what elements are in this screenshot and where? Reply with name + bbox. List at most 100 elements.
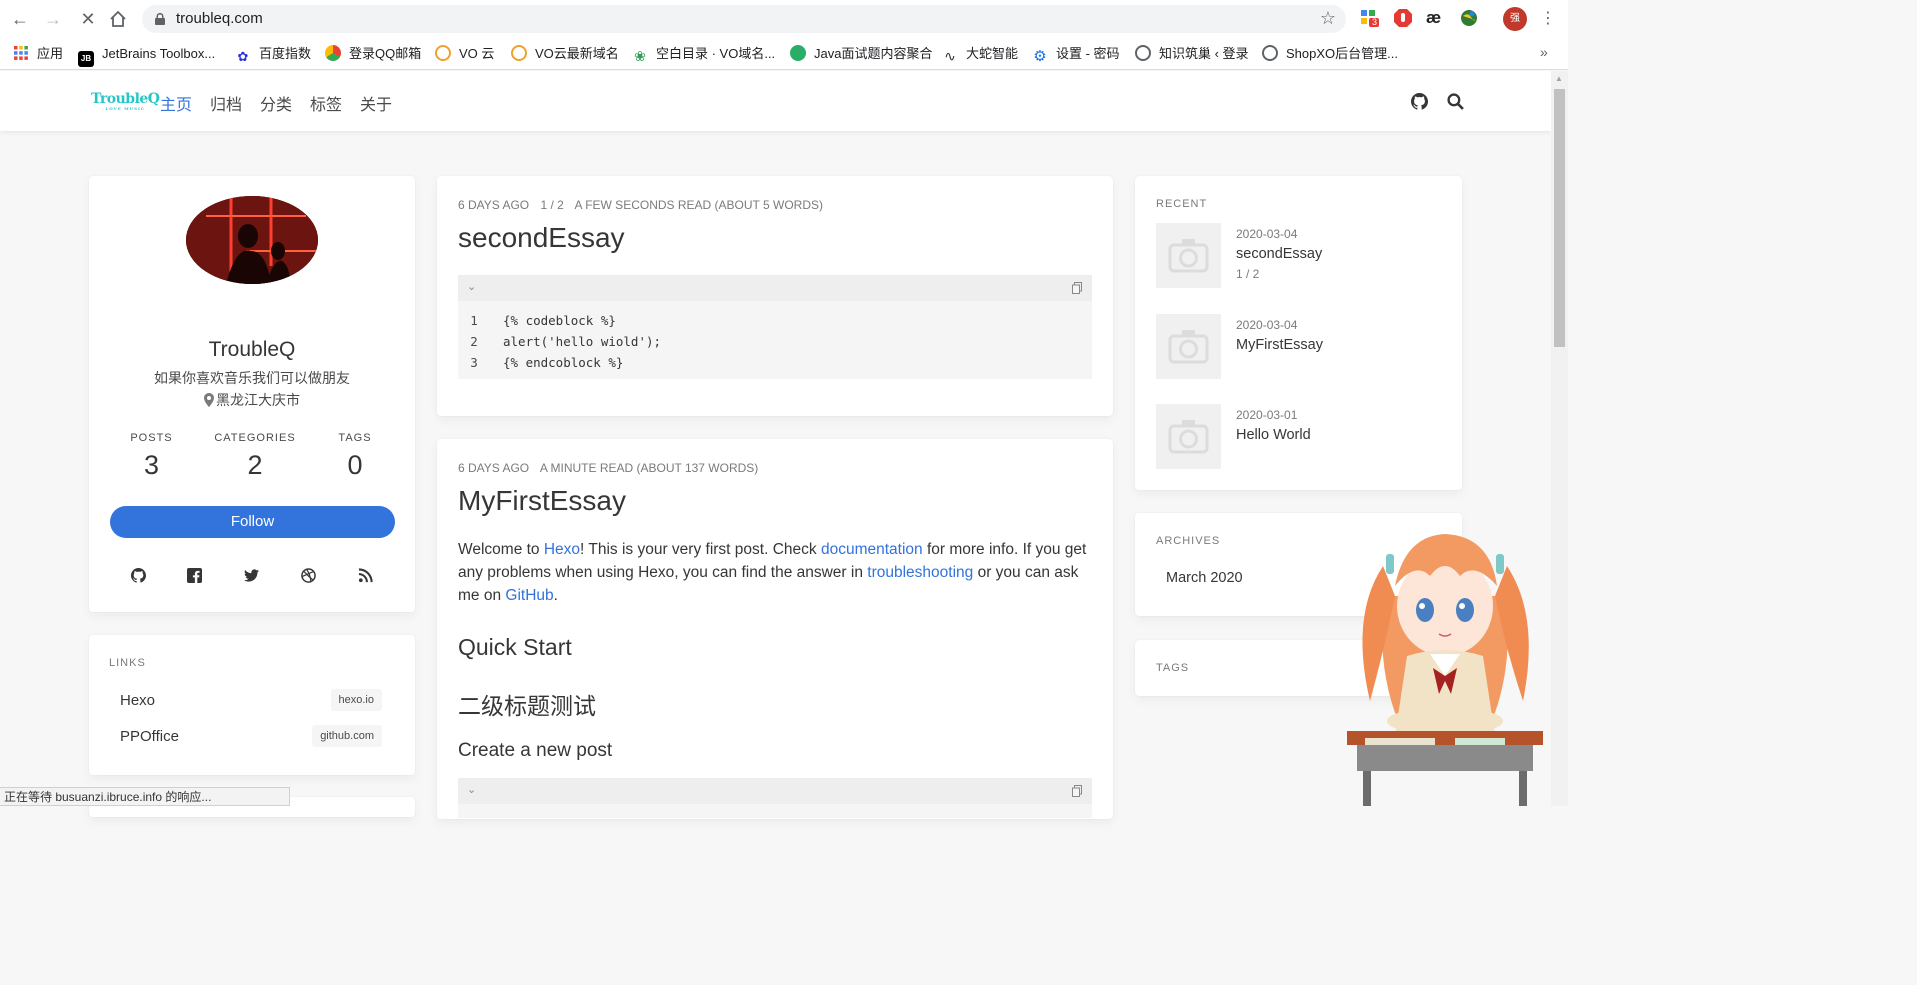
bookmark-label: VO云最新域名 (535, 46, 619, 61)
text-run: . (553, 587, 558, 604)
nav-archives[interactable]: 归档 (210, 91, 242, 115)
dribbble-icon[interactable] (301, 568, 316, 583)
recent-posts-card: RECENT 2020-03-04 secondEssay 1 / 2 2020… (1135, 176, 1462, 490)
text-run: Welcome to (458, 541, 544, 558)
bookmark-vo-domain[interactable]: VO云最新域名 (511, 44, 619, 64)
heading-quick-start: Quick Start (458, 634, 572, 660)
code-line: alert('hello wiold'); (503, 334, 662, 349)
chevron-down-icon[interactable]: ⌄ (467, 280, 476, 293)
link-ppoffice[interactable]: PPOffice (120, 728, 179, 745)
post-thumbnail[interactable] (1156, 314, 1221, 379)
line-number: 1 (470, 313, 478, 328)
code-block-header: ⌄ (458, 778, 1092, 804)
bookmark-settings-password[interactable]: ⚙ 设置 - 密码 (1032, 44, 1120, 65)
hexo-link[interactable]: Hexo (544, 541, 580, 558)
gear-icon: ⚙ (1033, 48, 1047, 65)
bookmark-jetbrains[interactable]: JB JetBrains Toolbox... (78, 44, 215, 67)
address-bar[interactable]: troubleq.com ☆ (142, 5, 1346, 33)
recent-title[interactable]: MyFirstEssay (1236, 337, 1323, 353)
search-icon[interactable] (1447, 93, 1464, 110)
globe-extension-icon[interactable] (1459, 8, 1479, 28)
post-date: 6 DAYS AGO (458, 198, 530, 212)
stat-tags[interactable]: TAGS 0 (327, 432, 383, 481)
qq-mail-icon (325, 45, 341, 61)
post-thumbnail[interactable] (1156, 223, 1221, 288)
site-logo[interactable]: TroubleQ LOVE MUSIC (91, 91, 160, 111)
follow-button[interactable]: Follow (110, 506, 395, 538)
bookmark-dashe[interactable]: ∿ 大蛇智能 (942, 44, 1018, 64)
github-icon[interactable] (1411, 93, 1428, 110)
bookmark-java-interview[interactable]: Java面试题内容聚合 (790, 44, 932, 64)
stat-value: 3 (143, 450, 160, 480)
bookmarks-overflow-icon[interactable]: » (1540, 44, 1548, 60)
bookmarks-bar: 应用 JB JetBrains Toolbox... ✿ 百度指数 登录QQ邮箱 V… (0, 38, 1568, 70)
forward-arrow-icon[interactable]: → (43, 9, 63, 29)
post-title[interactable]: MyFirstEssay (458, 485, 626, 517)
rss-icon[interactable] (358, 568, 373, 583)
github-icon[interactable] (131, 568, 146, 583)
bookmark-vo-cloud[interactable]: VO 云 (435, 44, 494, 64)
documentation-link[interactable]: documentation (821, 541, 923, 558)
code-block-header: ⌄ (458, 275, 1092, 301)
facebook-icon[interactable] (187, 568, 202, 583)
post-card-second-essay: 6 DAYS AGO 1 / 2 A FEW SECONDS READ (ABO… (437, 176, 1113, 416)
scroll-up-arrow-icon[interactable]: ▲ (1555, 74, 1563, 83)
author-name: TroubleQ (208, 338, 296, 361)
lock-icon (155, 13, 165, 25)
nav-categories[interactable]: 分类 (260, 91, 292, 115)
copy-icon[interactable] (1072, 282, 1082, 294)
post-meta: 6 DAYS AGO 1 / 2 A FEW SECONDS READ (ABO… (458, 198, 831, 212)
stop-loading-icon[interactable]: ✕ (78, 9, 98, 29)
github-link[interactable]: GitHub (505, 587, 553, 604)
nav-tags[interactable]: 标签 (310, 91, 342, 115)
bookmark-blank-dir[interactable]: ❀ 空白目录 · VO域名... (632, 44, 775, 64)
bookmark-apps[interactable]: 应用 (13, 44, 63, 64)
logo-text: TroubleQ (91, 91, 160, 107)
nav-about[interactable]: 关于 (360, 91, 392, 115)
heading-level2-test: 二级标题测试 (458, 693, 596, 719)
recent-title[interactable]: Hello World (1236, 427, 1311, 443)
copy-icon[interactable] (1072, 785, 1082, 797)
stat-posts[interactable]: POSTS 3 (114, 432, 189, 481)
globe-icon (1135, 45, 1151, 61)
recent-category[interactable]: 1 / 2 (1236, 267, 1259, 281)
home-icon[interactable] (108, 9, 128, 29)
live2d-mascot[interactable] (1345, 526, 1545, 806)
extension-grid-icon[interactable]: 3 (1360, 8, 1380, 28)
troubleshooting-link[interactable]: troubleshooting (867, 564, 973, 581)
menu-kebab-icon[interactable]: ⋮ (1540, 8, 1556, 28)
stat-value: 2 (247, 450, 263, 480)
link-domain-tag: hexo.io (330, 689, 382, 711)
bookmark-shopxo[interactable]: ShopXO后台管理... (1262, 44, 1398, 64)
page-scrollbar[interactable]: ▲ (1551, 71, 1568, 806)
profile-avatar[interactable]: 强 (1503, 7, 1527, 31)
archive-month-link[interactable]: March 2020 (1166, 570, 1243, 586)
post-thumbnail[interactable] (1156, 404, 1221, 469)
post-title[interactable]: secondEssay (458, 222, 625, 254)
bookmark-star-icon[interactable]: ☆ (1320, 8, 1336, 29)
line-numbers: 1 2 3 (458, 301, 490, 379)
bookmark-label: 空白目录 · VO域名... (656, 46, 776, 61)
apps-grid-icon (14, 46, 28, 60)
bookmark-knowledge-nest[interactable]: 知识筑巢 ‹ 登录 (1135, 44, 1249, 64)
stat-label: POSTS (130, 432, 173, 444)
post-category[interactable]: 1 / 2 (540, 198, 563, 212)
link-hexo[interactable]: Hexo (120, 692, 155, 709)
back-arrow-icon[interactable]: ← (10, 9, 30, 29)
chevron-down-icon[interactable]: ⌄ (467, 783, 476, 796)
recent-title[interactable]: secondEssay (1236, 246, 1322, 262)
scroll-thumb[interactable] (1554, 89, 1565, 347)
snake-icon: ∿ (944, 48, 956, 64)
stat-categories[interactable]: CATEGORIES 2 (207, 432, 303, 481)
nav-home[interactable]: 主页 (160, 91, 192, 115)
ae-extension-icon[interactable]: æ (1426, 8, 1446, 28)
post-meta: 6 DAYS AGO A MINUTE READ (ABOUT 137 WORD… (458, 461, 766, 475)
post-intro-paragraph: Welcome to Hexo! This is your very first… (458, 538, 1098, 607)
twitter-icon[interactable] (244, 568, 259, 583)
bookmark-qq-mail[interactable]: 登录QQ邮箱 (325, 44, 421, 64)
line-number: 2 (470, 334, 478, 349)
camera-icon (1168, 239, 1209, 273)
adblock-extension-icon[interactable] (1393, 8, 1413, 28)
bookmark-baidu-index[interactable]: ✿ 百度指数 (235, 44, 311, 65)
bookmark-label: 设置 - 密码 (1056, 46, 1120, 61)
